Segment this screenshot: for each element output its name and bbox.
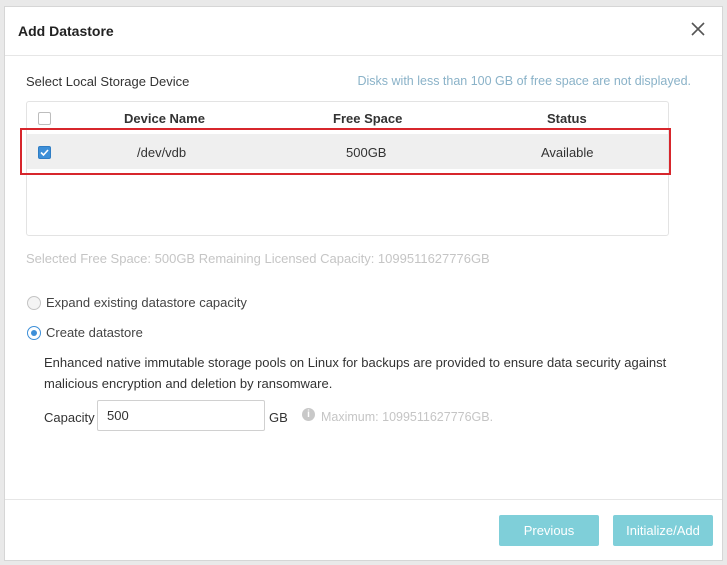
capacity-input[interactable] xyxy=(97,400,265,431)
dialog-title: Add Datastore xyxy=(18,23,114,39)
column-header-free-space: Free Space xyxy=(333,111,403,126)
expand-datastore-label[interactable]: Expand existing datastore capacity xyxy=(46,295,247,310)
previous-button[interactable]: Previous xyxy=(499,515,599,546)
storage-section-label: Select Local Storage Device xyxy=(26,74,190,89)
add-datastore-dialog: Add Datastore Select Local Storage Devic… xyxy=(4,6,723,561)
create-datastore-radio[interactable] xyxy=(27,326,41,340)
dialog-header: Add Datastore xyxy=(5,7,722,56)
create-datastore-description: Enhanced native immutable storage pools … xyxy=(44,355,667,391)
dialog-footer: Previous Initialize/Add xyxy=(5,499,722,560)
create-datastore-label[interactable]: Create datastore xyxy=(46,325,143,340)
select-all-checkbox[interactable] xyxy=(38,112,51,125)
initialize-add-button[interactable]: Initialize/Add xyxy=(613,515,713,546)
column-header-device-name: Device Name xyxy=(124,111,205,126)
info-icon: i xyxy=(302,408,315,421)
column-header-status: Status xyxy=(547,111,587,126)
storage-hint: Disks with less than 100 GB of free spac… xyxy=(357,74,691,88)
highlight-annotation xyxy=(20,128,671,175)
capacity-unit: GB xyxy=(269,410,288,425)
close-icon[interactable] xyxy=(688,19,708,39)
expand-datastore-radio[interactable] xyxy=(27,296,41,310)
capacity-maximum: Maximum: 1099511627776GB. xyxy=(321,410,494,424)
capacity-label: Capacity xyxy=(44,410,95,425)
capacity-summary: Selected Free Space: 500GB Remaining Lic… xyxy=(26,251,490,266)
